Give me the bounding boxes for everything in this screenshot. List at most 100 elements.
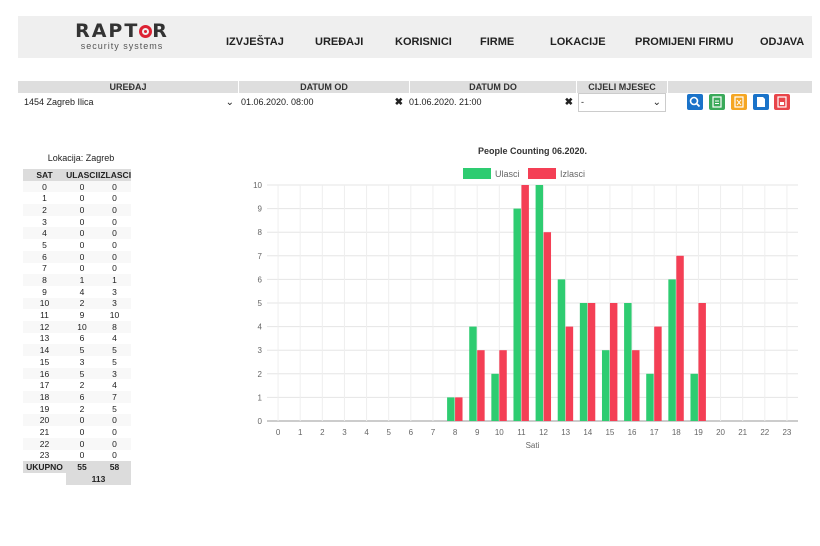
cell-ulasci: 0	[79, 216, 85, 227]
x-tick-label: 5	[386, 428, 391, 437]
cell-izlasci: 0	[112, 263, 117, 274]
date-from-input[interactable]: 01.06.2020. 08:00 ✖	[239, 94, 407, 111]
table-row: 1 0 0	[23, 192, 131, 204]
cell-izlasci: 1	[98, 274, 132, 286]
cell-izlasci: 0	[98, 180, 132, 193]
chevron-down-icon: ⌄	[225, 97, 234, 108]
cell-izlasci: 0	[98, 414, 132, 427]
bar-ulasci	[668, 279, 676, 421]
cell-ulasci: 6	[66, 391, 98, 403]
cell-ulasci: 0	[79, 239, 85, 250]
cell-sat: 23	[39, 450, 50, 461]
bar-izlasci	[676, 255, 684, 421]
x-tick-label: 2	[320, 428, 325, 437]
y-tick-label: 4	[258, 323, 263, 332]
bar-izlasci	[565, 326, 574, 421]
cell-sat: 17	[39, 380, 50, 391]
export-excel-button[interactable]	[731, 94, 747, 110]
logo-subtitle: security systems	[80, 41, 164, 51]
cell-sat: 10	[23, 297, 66, 310]
nav-item-lokacije[interactable]: LOKACIJE	[550, 36, 606, 48]
cell-sat: 6	[23, 250, 66, 263]
bar-izlasci	[499, 350, 507, 421]
cell-izlasci: 4	[112, 333, 117, 344]
bar-izlasci	[543, 232, 552, 421]
bar-ulasci	[535, 185, 544, 421]
nav-item-uredaji[interactable]: UREĐAJI	[315, 36, 363, 48]
raptor-logo[interactable]: RAPT R security systems	[66, 21, 178, 51]
cell-izlasci: 5	[98, 344, 132, 356]
cell-sat: 13	[39, 333, 50, 344]
cell-ulasci: 2	[79, 380, 85, 391]
counts-table: SAT ULASCI IZLASCI 000100200300400500600…	[23, 169, 132, 485]
top-navbar: RAPT R security systems IZVJEŠTAJ UREĐAJI…	[18, 16, 812, 58]
cell-izlasci: 0	[98, 204, 132, 216]
nav-item-odjava[interactable]: ODJAVA	[760, 36, 804, 48]
cell-sat: 0	[23, 180, 66, 193]
clear-date-to-icon[interactable]: ✖	[565, 94, 573, 111]
cell-ulasci: 10	[66, 320, 98, 333]
nav-item-firme[interactable]: FIRME	[480, 36, 514, 48]
legend-label-izlasci: Izlasci	[560, 169, 585, 179]
table-row: 23 0 0	[23, 450, 131, 462]
print-icon	[777, 96, 787, 108]
y-tick-label: 10	[253, 181, 262, 190]
bar-ulasci	[513, 208, 521, 421]
date-to-value: 01.06.2020. 21:00	[409, 97, 482, 107]
print-button[interactable]	[774, 94, 790, 110]
device-select-value: 1454 Zagreb Ilica	[24, 97, 94, 107]
cell-izlasci: 8	[98, 320, 132, 333]
bar-izlasci	[587, 303, 596, 421]
x-tick-label: 17	[650, 428, 659, 437]
table-row: 17 2 4	[23, 379, 131, 391]
nav-item-korisnici[interactable]: KORISNICI	[395, 36, 452, 48]
cell-ulasci: 5	[66, 367, 98, 380]
table-row: 9 4 3	[23, 286, 131, 298]
header-izlasci: IZLASCI	[98, 169, 132, 181]
cell-sat: 5	[42, 239, 47, 250]
cell-izlasci: 3	[112, 286, 117, 297]
cell-sat: 7	[42, 263, 47, 274]
bar-izlasci	[609, 303, 618, 421]
x-tick-label: 16	[628, 428, 637, 437]
x-tick-label: 1	[298, 428, 303, 437]
nav-item-izvjestaj[interactable]: IZVJEŠTAJ	[226, 36, 284, 48]
bar-ulasci	[646, 373, 654, 421]
x-tick-label: 10	[495, 428, 504, 437]
cell-ulasci: 0	[66, 437, 98, 450]
bar-izlasci	[654, 326, 662, 421]
cell-ulasci: 0	[66, 180, 98, 193]
x-tick-label: 9	[475, 428, 480, 437]
bar-ulasci	[469, 326, 477, 421]
x-tick-label: 6	[409, 428, 414, 437]
cell-izlasci: 0	[112, 450, 117, 461]
people-counting-chart: People Counting 06.2020.Ulasci Izlasci012…	[253, 146, 798, 450]
total-izlasci: 58	[98, 461, 132, 473]
table-row: 3 0 0	[23, 216, 131, 228]
chart-title: People Counting 06.2020.	[478, 146, 587, 156]
cell-sat: 11	[40, 310, 49, 321]
y-tick-label: 6	[258, 275, 263, 284]
y-tick-label: 8	[258, 228, 263, 237]
clear-date-from-icon[interactable]: ✖	[395, 94, 403, 111]
cell-izlasci: 0	[112, 193, 117, 204]
table-row: 21 0 0	[23, 426, 131, 438]
table-row: 14 5 5	[23, 344, 132, 356]
nav-item-promijeni-firmu[interactable]: PROMIJENI FIRMU	[635, 36, 733, 48]
date-to-input[interactable]: 01.06.2020. 21:00 ✖	[407, 94, 577, 111]
month-label: CIJELI MJESEC	[577, 81, 667, 93]
export-pdf-button[interactable]	[709, 94, 725, 110]
export-document-button[interactable]	[753, 94, 769, 110]
x-tick-label: 21	[738, 428, 747, 437]
cell-ulasci: 0	[79, 193, 85, 204]
table-row: 600	[23, 250, 132, 263]
bar-izlasci	[455, 397, 463, 421]
cell-izlasci: 0	[112, 216, 117, 227]
month-select[interactable]: - ⌄	[578, 93, 666, 112]
search-button[interactable]	[687, 94, 703, 110]
table-row: 22 0 0	[23, 437, 132, 450]
cell-sat: 2	[23, 204, 66, 216]
bar-izlasci	[698, 303, 706, 421]
pdf-icon	[712, 96, 722, 108]
device-select[interactable]: 1454 Zagreb Ilica ⌄	[22, 94, 238, 111]
